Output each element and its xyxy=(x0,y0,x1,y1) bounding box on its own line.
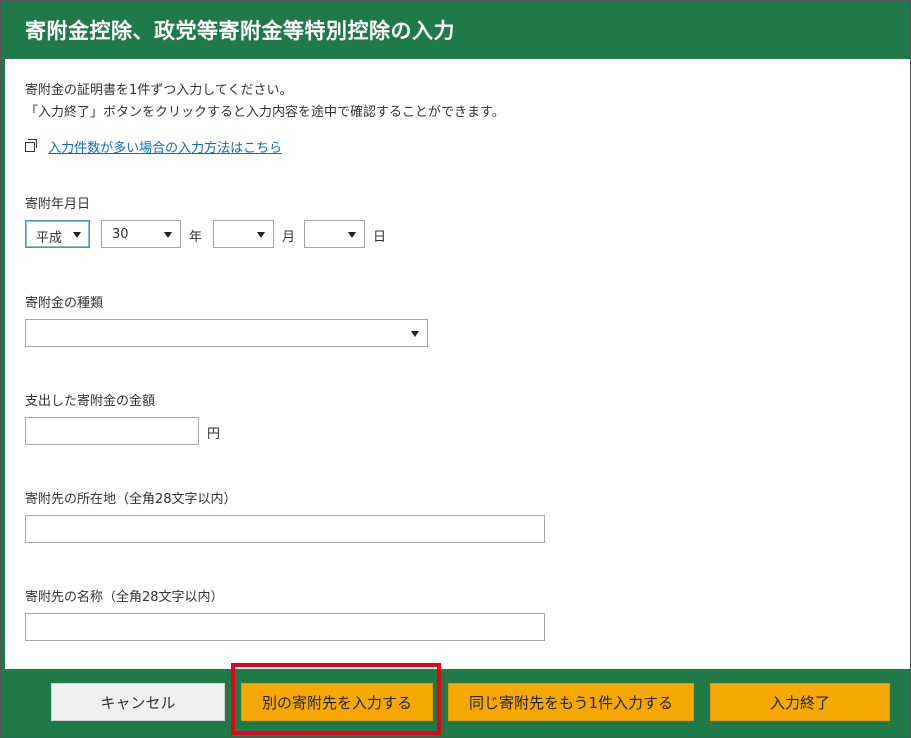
dialog-title: 寄附金控除、政党等寄附金等特別控除の入力 xyxy=(25,19,455,43)
dialog-window: 寄附金控除、政党等寄附金等特別控除の入力 寄附金の証明書を1件ずつ入力してくださ… xyxy=(0,0,911,738)
donation-type-select[interactable] xyxy=(25,319,428,347)
year-unit: 年 xyxy=(189,230,203,245)
amount-input[interactable] xyxy=(25,417,199,445)
intro-line-1: 寄附金の証明書を1件ずつ入力してください。 xyxy=(25,83,293,98)
month-select[interactable] xyxy=(213,220,274,248)
date-label: 寄附年月日 xyxy=(25,197,91,212)
chevron-down-icon xyxy=(257,232,265,238)
year-select[interactable]: 30 xyxy=(101,220,181,248)
cancel-button[interactable]: キャンセル xyxy=(51,683,225,721)
era-select[interactable]: 平成 xyxy=(25,220,90,248)
year-select-value: 30 xyxy=(112,227,129,242)
dialog-body: 寄附金の証明書を1件ずつ入力してください。 「入力終了」ボタンをクリックすると入… xyxy=(5,59,910,669)
dialog-header: 寄附金控除、政党等寄附金等特別控除の入力 xyxy=(1,1,910,59)
enter-other-donee-button[interactable]: 別の寄附先を入力する xyxy=(241,683,433,721)
chevron-down-icon xyxy=(411,331,419,337)
era-select-value: 平成 xyxy=(36,231,63,246)
day-unit: 日 xyxy=(373,230,387,245)
chevron-down-icon xyxy=(164,232,172,238)
donee-address-input[interactable] xyxy=(25,515,545,543)
external-window-icon xyxy=(25,138,37,152)
day-select[interactable] xyxy=(304,220,365,248)
dialog-footer: キャンセル 別の寄附先を入力する 同じ寄附先をもう1件入力する 入力終了 xyxy=(1,669,910,737)
enter-same-donee-button[interactable]: 同じ寄附先をもう1件入力する xyxy=(448,683,694,721)
intro-line-2: 「入力終了」ボタンをクリックすると入力内容を途中で確認することができます。 xyxy=(25,105,505,120)
amount-unit: 円 xyxy=(207,427,221,442)
amount-label: 支出した寄附金の金額 xyxy=(25,394,156,409)
chevron-down-icon xyxy=(348,232,356,238)
finish-input-button[interactable]: 入力終了 xyxy=(710,683,890,721)
month-unit: 月 xyxy=(282,230,296,245)
help-link-text[interactable]: 入力件数が多い場合の入力方法はこちら xyxy=(48,141,282,156)
chevron-down-icon xyxy=(73,232,81,238)
donee-name-label: 寄附先の名称（全角28文字以内） xyxy=(25,590,224,605)
donation-type-label: 寄附金の種類 xyxy=(25,296,104,311)
help-link[interactable]: 入力件数が多い場合の入力方法はこちら xyxy=(25,136,282,156)
donee-name-input[interactable] xyxy=(25,613,545,641)
donee-address-label: 寄附先の所在地（全角28文字以内） xyxy=(25,492,237,507)
